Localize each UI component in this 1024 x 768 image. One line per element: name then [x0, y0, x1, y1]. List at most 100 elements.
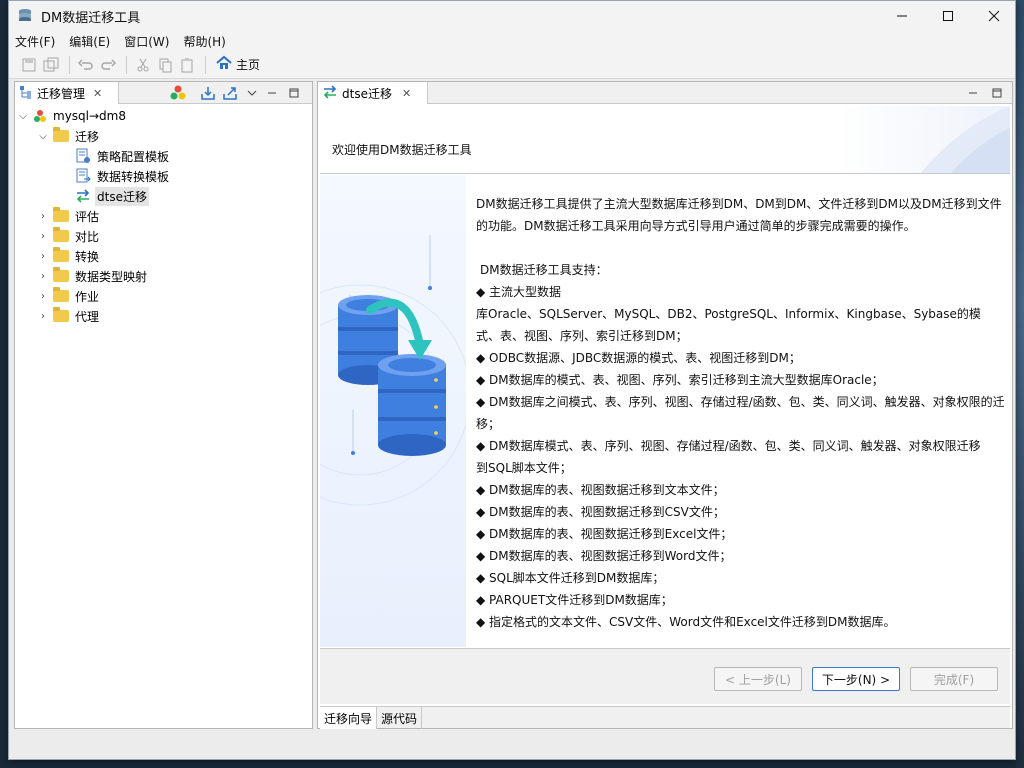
tree-item-label: 评估	[75, 209, 100, 224]
chevron-down-icon[interactable]: ⌵	[37, 131, 49, 142]
close-tab-icon[interactable]: ✕	[402, 87, 411, 100]
feature-line: ◆ PARQUET文件迁移到DM数据库；	[476, 593, 673, 607]
copy-icon[interactable]	[155, 55, 175, 75]
chevron-right-icon[interactable]: ›	[37, 251, 49, 262]
wizard-footer: < 上一步(L) 下一步(N) > 完成(F)	[320, 648, 1010, 704]
save-icon[interactable]	[19, 55, 39, 75]
support-title: DM数据迁移工具支持：	[480, 263, 608, 277]
tree-folder-jobs[interactable]: › 作业	[15, 286, 312, 306]
tab-label: dtse迁移	[342, 86, 392, 101]
feature-line: ◆ DM数据库的表、视图数据迁移到文本文件；	[476, 483, 725, 497]
tab-dtse-migration[interactable]: dtse迁移 ✕	[318, 82, 428, 104]
tab-source-code[interactable]: 源代码	[377, 707, 423, 729]
template-transform-icon	[75, 168, 91, 184]
minimize-icon[interactable]	[879, 1, 925, 31]
wizard-welcome-text: 欢迎使用DM数据迁移工具	[332, 143, 472, 157]
migrate-arrows-icon	[322, 84, 338, 103]
database-migration-illustration	[249, 175, 471, 647]
feature-line: 库Oracle、SQLServer、MySQL、DB2、PostgreSQL、I…	[476, 307, 981, 321]
menu-help[interactable]: 帮助(H)	[183, 33, 225, 50]
tree-view-icon	[19, 85, 33, 102]
window-title: DM数据迁移工具	[41, 10, 141, 26]
tree-folder-agent[interactable]: › 代理	[15, 306, 312, 326]
home-label: 主页	[236, 58, 261, 72]
tab-migration-wizard[interactable]: 迁移向导	[320, 707, 378, 729]
folder-icon	[53, 287, 69, 302]
folder-icon	[53, 207, 69, 222]
save-all-icon[interactable]	[41, 55, 61, 75]
feature-line: ◆ DM数据库之间模式、表、序列、视图、存储过程/函数、包、类、同义词、触发器、…	[476, 395, 1005, 409]
export-icon[interactable]	[221, 84, 239, 102]
feature-line: ◆ DM数据库的表、视图数据迁移到Excel文件；	[476, 527, 733, 541]
prev-button[interactable]: < 上一步(L)	[714, 667, 802, 691]
chevron-right-icon[interactable]: ›	[37, 231, 49, 242]
tree-root-label: mysql→dm8	[53, 109, 126, 123]
left-tab-bar: 迁移管理 ✕	[15, 82, 312, 104]
cut-icon[interactable]	[133, 55, 153, 75]
toolbar-divider	[205, 55, 206, 74]
feature-line: ◆ DM数据库模式、表、序列、视图、存储过程/函数、包、类、同义词、触发器、对象…	[476, 439, 981, 453]
tab-migration-manager[interactable]: 迁移管理 ✕	[15, 82, 119, 104]
tree-item-label: 数据转换模板	[97, 169, 170, 184]
migration-tree: ⌵ mysql→dm8 ⌵ 迁移 策略配置模板 数据转换模板 dtse迁移 › …	[15, 104, 312, 326]
tree-root[interactable]: ⌵ mysql→dm8	[15, 106, 312, 126]
header-decoration	[920, 106, 1010, 173]
chevron-down-icon[interactable]: ⌵	[17, 111, 29, 122]
menu-window[interactable]: 窗口(W)	[124, 33, 169, 50]
tree-folder-compare[interactable]: › 对比	[15, 226, 312, 246]
chevron-right-icon[interactable]: ›	[37, 291, 49, 302]
chevron-right-icon[interactable]: ›	[37, 271, 49, 282]
close-tab-icon[interactable]: ✕	[93, 87, 102, 100]
database-stack-icon	[17, 8, 33, 24]
feature-line: ◆ DM数据库的模式、表、视图、序列、索引迁移到主流大型数据库Oracle；	[476, 373, 884, 387]
wizard-description: DM数据迁移工具提供了主流大型数据库迁移到DM、DM到DM、文件迁移到DM以及D…	[476, 193, 1010, 633]
finish-button[interactable]: 完成(F)	[910, 667, 998, 691]
migration-manager-panel: 迁移管理 ✕ ⌵ mysql→dm8 ⌵ 迁移 策略配置模板 数据转换模板 dt…	[14, 81, 313, 729]
feature-line: ◆ DM数据库的表、视图数据迁移到Word文件；	[476, 549, 732, 563]
toolbar-divider	[69, 55, 70, 74]
migrate-arrows-icon	[75, 188, 91, 204]
view-menu-icon[interactable]	[243, 84, 261, 102]
chevron-right-icon[interactable]: ›	[37, 311, 49, 322]
maximize-panel-icon[interactable]	[988, 84, 1006, 102]
feature-line: 式、表、视图、序列、索引迁移到DM；	[476, 329, 688, 343]
redo-icon[interactable]	[98, 55, 118, 75]
tree-item-dtse-migration[interactable]: dtse迁移	[15, 186, 312, 206]
next-button[interactable]: 下一步(N) >	[812, 667, 900, 691]
undo-icon[interactable]	[76, 55, 96, 75]
editor-panel: dtse迁移 ✕ 欢迎使用DM数据迁移工具 DM数据迁移工具提供了主流大型数据库…	[249, 81, 1013, 729]
template-config-icon	[75, 148, 91, 164]
folder-icon	[53, 247, 69, 262]
tree-item-label: 数据类型映射	[75, 269, 148, 284]
folder-icon	[53, 307, 69, 322]
paste-icon[interactable]	[177, 55, 197, 75]
tree-folder-type-mapping[interactable]: › 数据类型映射	[15, 266, 312, 286]
tree-item-data-transform-template[interactable]: 数据转换模板	[15, 166, 312, 186]
folder-icon	[53, 267, 69, 282]
folder-icon	[53, 227, 69, 242]
chevron-right-icon[interactable]: ›	[37, 211, 49, 222]
app-window: DM数据迁移工具 文件(F) 编辑(E) 窗口(W) 帮助(H) 主页 迁移管理…	[8, 0, 1016, 760]
tree-folder-convert[interactable]: › 转换	[15, 246, 312, 266]
menu-edit[interactable]: 编辑(E)	[69, 33, 110, 50]
maximize-icon[interactable]	[925, 1, 971, 31]
minimize-panel-icon[interactable]	[263, 84, 281, 102]
maximize-panel-icon[interactable]	[285, 84, 303, 102]
title-bar: DM数据迁移工具	[9, 1, 1015, 31]
feature-line: ◆ ODBC数据源、JDBC数据源的模式、表、视图迁移到DM；	[476, 351, 801, 365]
wizard-header: 欢迎使用DM数据迁移工具	[320, 106, 1010, 174]
connection-icon[interactable]	[169, 84, 187, 102]
tree-folder-evaluate[interactable]: › 评估	[15, 206, 312, 226]
close-icon[interactable]	[971, 1, 1017, 31]
feature-line: 到SQL脚本文件；	[476, 461, 572, 475]
toolbar: 主页	[9, 51, 1015, 79]
import-icon[interactable]	[199, 84, 217, 102]
connection-icon	[33, 109, 47, 123]
home-button[interactable]: 主页	[216, 55, 260, 74]
minimize-panel-icon[interactable]	[964, 84, 982, 102]
editor-tab-bar: dtse迁移 ✕	[318, 82, 1012, 104]
menu-file[interactable]: 文件(F)	[15, 33, 55, 50]
feature-line: ◆ SQL脚本文件迁移到DM数据库；	[476, 571, 665, 585]
tree-folder-migration[interactable]: ⌵ 迁移	[15, 126, 312, 146]
tree-item-strategy-template[interactable]: 策略配置模板	[15, 146, 312, 166]
